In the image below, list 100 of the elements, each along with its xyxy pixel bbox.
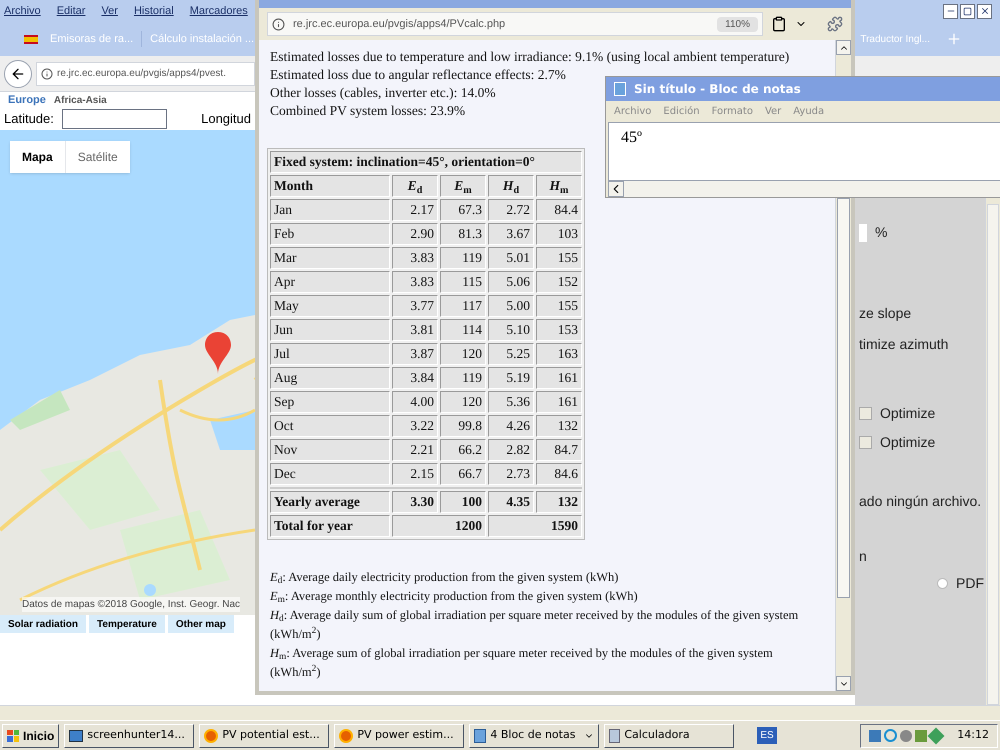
table-cell: 1200: [392, 515, 486, 537]
table-cell: 120: [440, 343, 486, 365]
checkbox[interactable]: [859, 407, 872, 420]
legend-entry: H$_{d}$: Average daily sum of global irradiation per square meter received by the modules of the given system (kWh/m$^{2}$): [270, 608, 798, 641]
map-pin-icon: [205, 332, 231, 374]
table-cell: 66.2: [440, 439, 486, 461]
menu-item[interactable]: Editar: [56, 2, 86, 20]
taskbar-button[interactable]: PV power estim...: [334, 724, 464, 748]
table-cell: Jun: [270, 319, 390, 341]
table-cell: 114: [440, 319, 486, 341]
table-cell: 67.3: [440, 199, 486, 221]
puzzle-icon[interactable]: [827, 16, 843, 32]
taskbar-button[interactable]: PV potential est...: [199, 724, 330, 748]
map-type-tab[interactable]: Mapa: [10, 141, 65, 173]
taskbar-button[interactable]: screenhunter14...: [64, 724, 194, 748]
table-cell: 84.6: [536, 463, 582, 485]
info-icon: [41, 68, 53, 80]
table-cell: Jul: [270, 343, 390, 365]
table-cell: 155: [536, 247, 582, 269]
table-cell: 100: [440, 491, 486, 513]
table-cell: 2.15: [392, 463, 438, 485]
table-cell: 84.4: [536, 199, 582, 221]
loss-line: Combined PV system losses: 23.9%: [270, 102, 466, 120]
browser-icon: [204, 728, 218, 742]
windows-icon: [7, 730, 19, 742]
region-tab[interactable]: Europe: [8, 92, 46, 108]
table-cell: Aug: [270, 367, 390, 389]
table-cell: 163: [536, 343, 582, 365]
radio-label: PDF: [956, 574, 984, 593]
menu-item[interactable]: Ver: [101, 2, 118, 20]
zoom-level[interactable]: 110%: [717, 16, 758, 32]
table-cell: 66.7: [440, 463, 486, 485]
horizontal-scrollbar[interactable]: [0, 705, 1000, 720]
language-indicator[interactable]: ES: [757, 727, 777, 744]
table-cell: 2.17: [392, 199, 438, 221]
table-cell: Nov: [270, 439, 390, 461]
checkbox-label: Optimize: [880, 404, 936, 423]
taskbar-button[interactable]: 4 Bloc de notas: [469, 724, 600, 748]
map-tab[interactable]: Temperature: [89, 615, 165, 633]
clipboard-icon[interactable]: [771, 16, 787, 32]
table-cell: 103: [536, 223, 582, 245]
table-cell: 4.35: [488, 491, 534, 513]
table-cell: 5.00: [488, 295, 534, 317]
table-title: Fixed system: inclination=45°, orientation=0°: [270, 151, 582, 173]
table-cell: 5.19: [488, 367, 534, 389]
table-cell: 5.01: [488, 247, 534, 269]
column-header: E$_{m}$: [440, 175, 486, 197]
scroll-down-button[interactable]: [836, 676, 851, 691]
tray-icon: [915, 730, 928, 742]
scrollbar-thumb[interactable]: [837, 198, 850, 598]
column-header: H$_{d}$: [488, 175, 534, 197]
horizontal-scrollbar[interactable]: [608, 181, 1000, 197]
table-cell: 84.7: [536, 439, 582, 461]
text-area[interactable]: 45º: [608, 122, 1000, 181]
table-cell: Jan: [270, 199, 390, 221]
menu-item[interactable]: Marcadores: [190, 2, 248, 20]
latitude-field[interactable]: [62, 109, 167, 129]
start-button[interactable]: Inicio: [2, 724, 60, 748]
column-header: H$_{m}$: [536, 175, 582, 197]
table-cell: Sep: [270, 391, 390, 413]
map-tab[interactable]: Solar radiation: [0, 615, 86, 633]
table-cell: 4.26: [488, 415, 534, 437]
notepad-icon: [474, 728, 486, 742]
map-type-tab[interactable]: Satélite: [64, 141, 130, 173]
file-status: ado ningún archivo.: [859, 492, 982, 511]
table-cell: 5.25: [488, 343, 534, 365]
menu-item[interactable]: Archivo: [4, 2, 41, 20]
calculator-icon: [609, 728, 620, 742]
restore-button[interactable]: [960, 4, 975, 18]
table-cell: 2.21: [392, 439, 438, 461]
table-cell: 81.3: [440, 223, 486, 245]
table-cell: 161: [536, 391, 582, 413]
table-cell: 161: [536, 367, 582, 389]
scrollbar-thumb[interactable]: [987, 204, 999, 705]
menu-item[interactable]: Historial: [134, 2, 174, 20]
table-cell: 119: [440, 367, 486, 389]
clock: 14:12: [957, 727, 989, 744]
scroll-up-button[interactable]: [836, 40, 851, 55]
percent-field[interactable]: [859, 224, 867, 242]
map-attribution: Datos de mapas ©2018 Google, Inst. Geogr. Nac: [22, 597, 240, 612]
radio-button[interactable]: [937, 578, 948, 589]
option-label: n: [859, 547, 868, 566]
table-cell: 2.72: [488, 199, 534, 221]
table-cell: Dec: [270, 463, 390, 485]
region-tab[interactable]: Africa-Asia: [54, 92, 107, 108]
legend-entry: E$_{d}$: Average daily electricity production from the given system (kWh): [270, 570, 618, 584]
loss-line: Estimated losses due to temperature and low irradiance: 9.1% (using local ambient temperature): [270, 48, 790, 66]
address-bar[interactable]: re.jrc.ec.europa.eu/pvgis/apps4/PVcalc.php 110%: [267, 12, 763, 36]
taskbar-button[interactable]: Calculadora: [604, 724, 734, 748]
back-button[interactable]: [4, 60, 32, 88]
browser-icon: [339, 728, 354, 742]
close-icon: [980, 6, 990, 16]
notepad-icon: [614, 82, 626, 96]
minimize-button[interactable]: [943, 4, 958, 18]
table-cell: Yearly average: [270, 491, 390, 513]
legend-entry: E$_{m}$: Average monthly electricity production from the given system (kWh): [270, 589, 638, 603]
map-tab[interactable]: Other map: [168, 615, 234, 633]
address-bar[interactable]: re.jrc.ec.europa.eu/pvgis/apps4/pvest.: [36, 62, 255, 86]
close-button[interactable]: [977, 4, 992, 18]
checkbox[interactable]: [859, 436, 872, 449]
